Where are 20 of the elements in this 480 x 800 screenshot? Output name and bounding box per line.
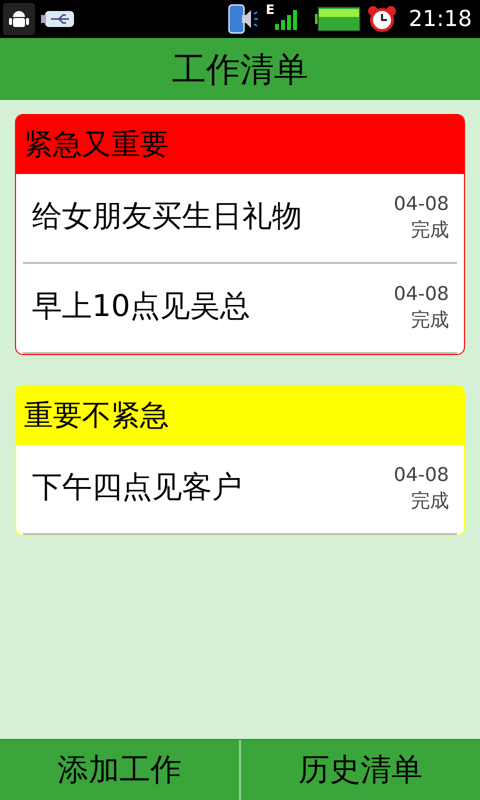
group-header: 重要不紧急 [16,386,464,445]
usb-icon [41,9,75,29]
signal-icon [274,8,297,30]
network-type: E [266,4,275,17]
task-date: 04-08 [394,193,449,215]
alarm-clock-icon [366,5,397,33]
task-name[interactable]: 下午四点见客户 [32,466,394,508]
task-name[interactable]: 给女朋友买生日礼物 [32,196,394,236]
group-header: 紧急又重要 [16,115,464,174]
task-status: 完成 [411,489,449,514]
task-name[interactable]: 早上10点见吴总 [32,286,394,326]
debug-icon [3,3,35,35]
clock-time: 21:18 [408,6,472,32]
task-status: 完成 [411,218,449,243]
task-date: 04-08 [394,464,449,486]
app-title: 工作清单 [172,49,308,92]
task-date: 04-08 [394,283,449,305]
battery-icon [314,6,361,32]
task-status: 完成 [411,308,449,333]
speakerphone-icon [228,4,260,34]
